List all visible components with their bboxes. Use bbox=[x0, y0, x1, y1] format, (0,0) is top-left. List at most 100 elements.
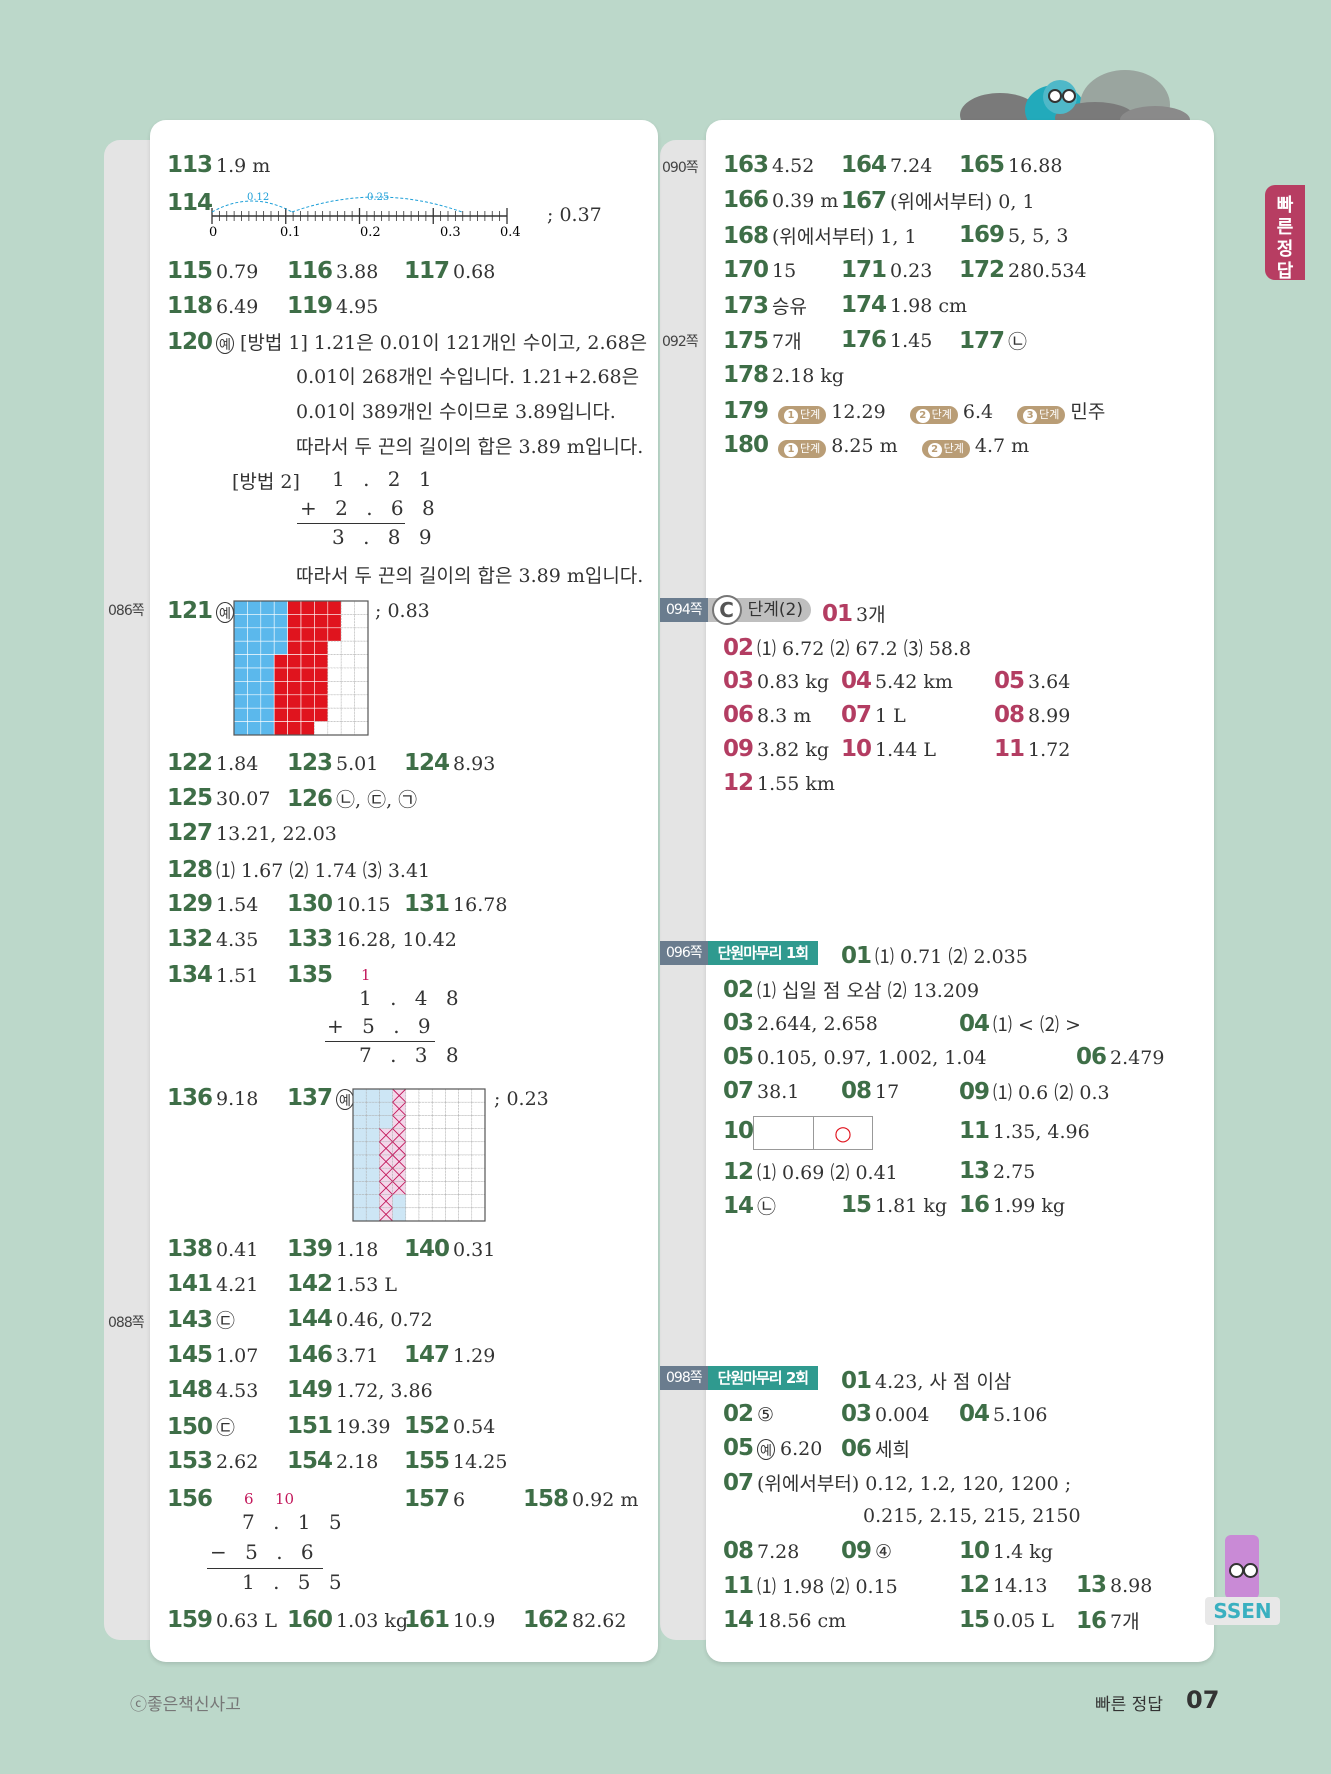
answer-number: 09 bbox=[841, 1538, 872, 1564]
grid-cell bbox=[300, 721, 315, 736]
grid-cell bbox=[352, 1101, 367, 1116]
answer-number: 153 bbox=[167, 1448, 213, 1474]
grid-cell bbox=[273, 707, 288, 722]
carry-digit: 6 bbox=[244, 1490, 254, 1508]
answer-value: 0.83 kg bbox=[757, 671, 830, 693]
grid-cell bbox=[327, 614, 342, 629]
grid-cell bbox=[273, 721, 288, 736]
grid-cell bbox=[405, 1181, 420, 1195]
grid-cell bbox=[260, 600, 275, 615]
grid-cell bbox=[260, 654, 275, 669]
grid-cell bbox=[340, 681, 355, 696]
answer-value: 4.7 m bbox=[974, 435, 1030, 457]
answer-value: 16.28, 10.42 bbox=[336, 929, 457, 951]
answer-number: 166 bbox=[723, 187, 769, 213]
answer-value: ⑴ 1.67 ⑵ 1.74 ⑶ 3.41 bbox=[216, 860, 431, 882]
grid-cell bbox=[300, 600, 315, 615]
grid-cell bbox=[287, 614, 302, 629]
grid-cell bbox=[365, 1194, 380, 1209]
grid-cell bbox=[445, 1101, 459, 1116]
answer-number: 143 bbox=[167, 1307, 213, 1333]
answer-number: 142 bbox=[287, 1271, 333, 1297]
answer-number: 172 bbox=[959, 257, 1005, 283]
grid-cell bbox=[354, 694, 369, 709]
answer-value: ㉡ bbox=[1008, 331, 1028, 353]
calc-divider bbox=[297, 523, 405, 524]
answer-number: 145 bbox=[167, 1342, 213, 1368]
answer-number: 116 bbox=[287, 258, 333, 284]
answer-number: 06 bbox=[841, 1436, 872, 1462]
grid-cell bbox=[247, 694, 262, 709]
answer-number: 179 bbox=[723, 398, 769, 424]
answer-number: 151 bbox=[287, 1413, 333, 1439]
answer-value: 1.45 bbox=[890, 330, 933, 352]
grid-cell bbox=[352, 1088, 367, 1103]
step-badge: 1 단계 bbox=[778, 406, 827, 424]
grid-cell bbox=[300, 694, 315, 709]
answer-value: 15 bbox=[772, 260, 797, 282]
answer-number: 114 bbox=[167, 190, 213, 216]
answer-value: 4.53 bbox=[216, 1380, 259, 1402]
grid-cell bbox=[260, 640, 275, 655]
answer-value: 2.75 bbox=[993, 1161, 1036, 1183]
grid-cell bbox=[365, 1167, 380, 1182]
example-mark: 예 bbox=[216, 333, 234, 354]
answer-value: 0.215, 2.15, 215, 2150 bbox=[863, 1505, 1081, 1527]
grid-cell bbox=[458, 1088, 473, 1103]
answer-number: 180 bbox=[723, 432, 769, 458]
answer-number: 162 bbox=[523, 1607, 569, 1633]
answer-number: 118 bbox=[167, 293, 213, 319]
grid-cell bbox=[405, 1167, 420, 1182]
answer-value: 1.29 bbox=[453, 1345, 496, 1367]
answer-value: 0.92 m bbox=[572, 1489, 639, 1511]
grid-cell bbox=[471, 1154, 486, 1169]
grid-cell bbox=[314, 721, 329, 736]
answer-number: 13 bbox=[959, 1158, 990, 1184]
answer-value: 1.53 L bbox=[336, 1274, 397, 1296]
grid-cell bbox=[340, 667, 355, 682]
answer-value: ㉡, ㉢, ㉠ bbox=[336, 789, 418, 811]
grid-cell bbox=[379, 1088, 393, 1103]
grid-cell bbox=[418, 1181, 433, 1195]
answer-number: 173 bbox=[723, 293, 769, 319]
answer-number: 139 bbox=[287, 1236, 333, 1262]
grid-cell bbox=[327, 627, 342, 642]
answer-value: 1.4 kg bbox=[993, 1541, 1053, 1563]
grid-cell bbox=[471, 1101, 486, 1116]
page-ref: 088쪽 bbox=[108, 1315, 145, 1331]
answer-number: 08 bbox=[723, 1538, 754, 1564]
answer-number: 07 bbox=[723, 1078, 754, 1104]
grid-cell bbox=[418, 1128, 433, 1143]
page-ref: 098쪽 bbox=[660, 1366, 708, 1390]
answer-value: 0.41 bbox=[216, 1239, 259, 1261]
answer-number: 06 bbox=[1076, 1044, 1107, 1070]
grid-cell bbox=[233, 640, 248, 655]
arc-label: 0.12 bbox=[247, 192, 269, 203]
answer-value: ; 0.83 bbox=[375, 600, 430, 622]
answer-value: 2.479 bbox=[1110, 1047, 1165, 1069]
grid-cell bbox=[273, 694, 288, 709]
answer-number: 170 bbox=[723, 257, 769, 283]
answer-number: 157 bbox=[404, 1486, 450, 1512]
answer-value: ㉡ bbox=[757, 1196, 777, 1218]
answer-number: 135 bbox=[287, 962, 333, 988]
answer-value: 1.51 bbox=[216, 965, 259, 987]
grid-cell bbox=[458, 1167, 473, 1182]
answer-number: 04 bbox=[841, 668, 872, 694]
answer-number: 06 bbox=[723, 702, 754, 728]
quick-answer-tab[interactable]: 빠른정답 bbox=[1265, 185, 1305, 282]
answer-number: 01 bbox=[841, 1368, 872, 1394]
answer-value: 0.31 bbox=[453, 1239, 496, 1261]
answer-value: 6.49 bbox=[216, 296, 259, 318]
answer-value: 1.07 bbox=[216, 1345, 259, 1367]
answer-number: 167 bbox=[841, 188, 887, 214]
answer-value: 5.42 km bbox=[875, 671, 953, 693]
answer-value: 4.23, 사 점 이삼 bbox=[875, 1371, 1012, 1393]
answer-number: 175 bbox=[723, 328, 769, 354]
grid-cell bbox=[273, 681, 288, 696]
grid-cell bbox=[445, 1088, 459, 1103]
grid-cell bbox=[300, 614, 315, 629]
answer-value: ㉢ bbox=[216, 1310, 236, 1332]
grid-cell bbox=[340, 614, 355, 629]
answer-value: 14.13 bbox=[993, 1575, 1048, 1597]
